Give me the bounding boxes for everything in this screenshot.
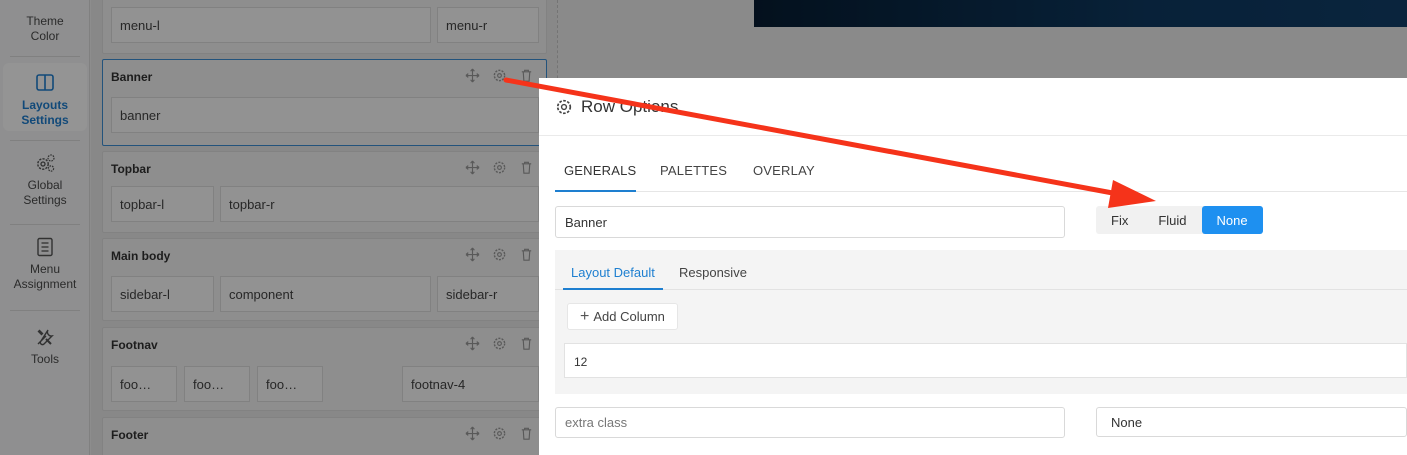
tab-responsive[interactable]: Responsive xyxy=(679,265,747,280)
tab-palettes[interactable]: PALETTES xyxy=(660,163,727,178)
add-column-label: Add Column xyxy=(593,309,665,324)
tab-overlay[interactable]: OVERLAY xyxy=(753,163,815,178)
plus-icon: + xyxy=(580,307,590,325)
modal-title: Row Options xyxy=(581,97,679,116)
active-tab-indicator xyxy=(555,190,636,192)
layout-panel: Layout Default Responsive + Add Column 1… xyxy=(555,250,1407,394)
row-name-input[interactable] xyxy=(555,206,1065,238)
active-sub-tab-indicator xyxy=(563,288,663,290)
tab-generals[interactable]: GENERALS xyxy=(564,163,636,178)
extra-class-input[interactable] xyxy=(555,407,1065,438)
add-column-button[interactable]: + Add Column xyxy=(567,303,678,330)
gear-icon xyxy=(556,99,572,115)
width-option-fix[interactable]: Fix xyxy=(1096,206,1143,234)
row-options-modal: Row Options GENERALS PALETTES OVERLAY Fi… xyxy=(539,78,1407,455)
background-select[interactable]: None xyxy=(1096,407,1407,437)
layout-sub-tabs: Layout Default Responsive xyxy=(555,250,1407,290)
width-option-fluid[interactable]: Fluid xyxy=(1143,206,1201,234)
modal-tabs: GENERALS PALETTES OVERLAY xyxy=(555,154,1407,192)
row-width-toggle: Fix Fluid None xyxy=(1096,206,1263,234)
app-window: Theme Color Layouts Settings Global Sett… xyxy=(0,0,1407,455)
column-size-cell[interactable]: 12 xyxy=(564,343,1407,378)
modal-header: Row Options xyxy=(539,78,1407,136)
tab-layout-default[interactable]: Layout Default xyxy=(571,265,655,280)
width-option-none[interactable]: None xyxy=(1201,206,1263,234)
